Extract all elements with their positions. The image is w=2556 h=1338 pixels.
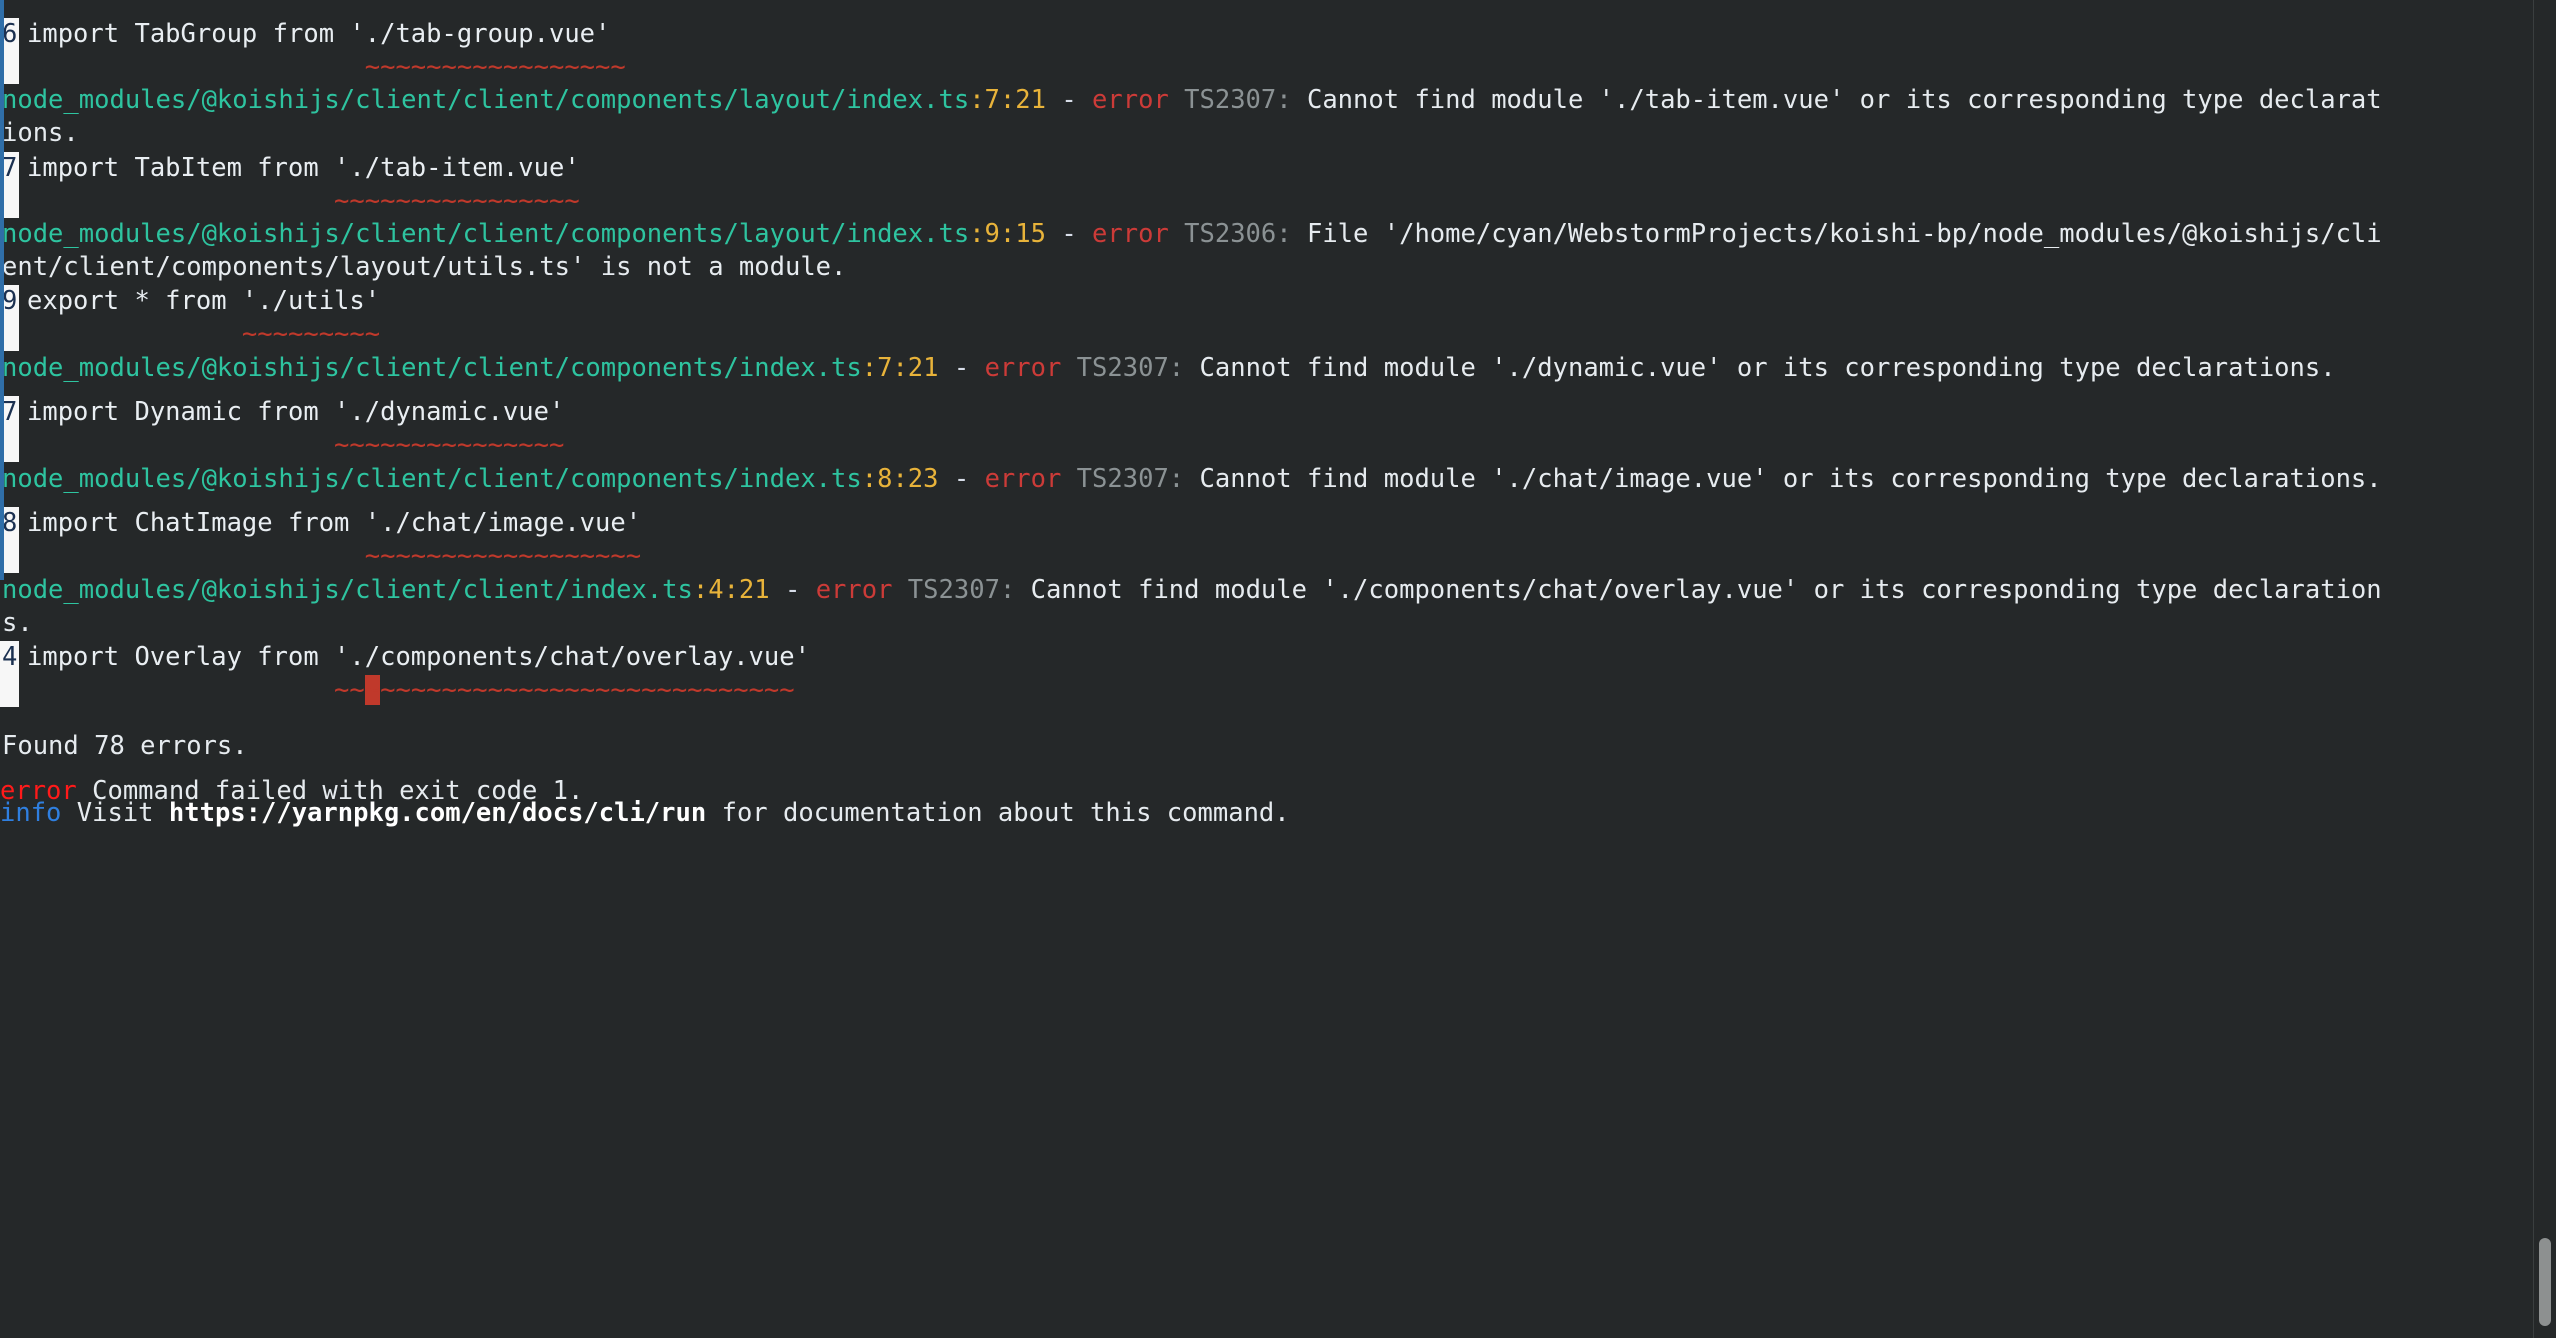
diagnostic-position: :7:21 bbox=[861, 353, 939, 383]
source-code-line: import ChatImage from './chat/image.vue' bbox=[27, 508, 642, 538]
error-squiggle: ~~~~~~~~~~~~~~~ bbox=[27, 430, 565, 460]
diagnostic-dash: - bbox=[1045, 219, 1093, 249]
diagnostic-file-path: node_modules/@koishijs/client/client/com… bbox=[2, 464, 862, 494]
snippet-body: import ChatImage from './chat/image.vue'… bbox=[19, 507, 641, 573]
vertical-scrollbar-thumb[interactable] bbox=[2539, 1238, 2551, 1326]
line-number: 9 bbox=[2, 286, 18, 316]
diagnostic-line: node_modules/@koishijs/client/client/ind… bbox=[0, 574, 2382, 607]
line-number: 6 bbox=[2, 19, 18, 49]
source-code-line: import Overlay from './components/chat/o… bbox=[27, 642, 810, 672]
gutter-blank bbox=[2, 429, 19, 462]
vertical-scrollbar-track[interactable] bbox=[2533, 0, 2556, 1338]
diagnostic-line: node_modules/@koishijs/client/client/com… bbox=[0, 218, 2382, 251]
left-accent-strip bbox=[0, 0, 4, 580]
line-number: 7 bbox=[2, 153, 18, 183]
yarn-docs-url[interactable]: https://yarnpkg.com/en/docs/cli/run bbox=[169, 798, 706, 828]
diagnostic-line-wrap: s. bbox=[0, 607, 33, 640]
diagnostic-severity: error bbox=[1092, 219, 1169, 249]
source-code-line: export * from './utils' bbox=[27, 286, 381, 316]
yarn-info-line: info Visit https://yarnpkg.com/en/docs/c… bbox=[0, 797, 1290, 830]
code-snippet: 7 import TabItem from './tab-item.vue' ~… bbox=[0, 152, 580, 218]
yarn-info-suffix: for documentation about this command. bbox=[706, 798, 1290, 828]
diagnostic-severity: error bbox=[1092, 85, 1169, 115]
diagnostic-file-path: node_modules/@koishijs/client/client/com… bbox=[2, 85, 970, 115]
terminal-cursor: ~ bbox=[364, 675, 381, 705]
diagnostic-line: node_modules/@koishijs/client/client/com… bbox=[0, 463, 2382, 496]
code-snippet: 4 import Overlay from './components/chat… bbox=[0, 641, 810, 707]
error-squiggle: ~~~~~~~~~~~~~~~~ bbox=[27, 186, 580, 216]
diagnostic-line-wrap: ions. bbox=[0, 117, 79, 150]
code-snippet: 7 import Dynamic from './dynamic.vue' ~~… bbox=[0, 396, 564, 462]
line-number: 7 bbox=[2, 397, 18, 427]
diagnostic-line: node_modules/@koishijs/client/client/com… bbox=[0, 352, 2336, 385]
snippet-body: import Overlay from './components/chat/o… bbox=[19, 641, 810, 707]
diagnostic-message: Cannot find module './components/chat/ov… bbox=[1015, 575, 2382, 605]
source-code-line: import TabItem from './tab-item.vue' bbox=[27, 153, 580, 183]
source-code-line: import Dynamic from './dynamic.vue' bbox=[27, 397, 565, 427]
error-squiggle: ~~~~~~~~~~~~~~~~~~ bbox=[27, 541, 642, 571]
error-squiggle: ~~~~~~~~~~~~~~~~~ bbox=[27, 52, 626, 82]
diagnostic-file-path: node_modules/@koishijs/client/client/com… bbox=[2, 353, 862, 383]
gutter-blank bbox=[2, 318, 19, 351]
line-number-gutter: 4 bbox=[0, 641, 19, 707]
line-number: 4 bbox=[2, 642, 18, 672]
diagnostic-severity: error bbox=[984, 464, 1062, 494]
code-snippet: 6 import TabGroup from './tab-group.vue'… bbox=[0, 18, 626, 84]
diagnostic-position: :7:21 bbox=[969, 85, 1046, 115]
diagnostic-line: node_modules/@koishijs/client/client/com… bbox=[0, 84, 2382, 117]
gutter-blank bbox=[2, 540, 19, 573]
yarn-info-tag: info bbox=[0, 798, 62, 828]
diagnostic-line-wrap: ent/client/components/layout/utils.ts' i… bbox=[0, 251, 846, 284]
error-count-summary: Found 78 errors. bbox=[2, 731, 248, 761]
snippet-body: export * from './utils' ~~~~~~~~~ bbox=[19, 285, 380, 351]
diagnostic-code: TS2306: bbox=[1168, 219, 1292, 249]
gutter-blank bbox=[2, 185, 19, 218]
diagnostic-message: Cannot find module './tab-item.vue' or i… bbox=[1291, 85, 2382, 115]
diagnostic-dash: - bbox=[1045, 85, 1093, 115]
diagnostic-code: TS2307: bbox=[892, 575, 1016, 605]
diagnostic-severity: error bbox=[984, 353, 1062, 383]
source-code-line: import TabGroup from './tab-group.vue' bbox=[27, 19, 611, 49]
code-snippet: 8 import ChatImage from './chat/image.vu… bbox=[0, 507, 641, 573]
diagnostic-dash: - bbox=[769, 575, 816, 605]
diagnostic-message-wrap: s. bbox=[2, 608, 33, 638]
terminal-window: 6 import TabGroup from './tab-group.vue'… bbox=[0, 0, 2556, 1338]
diagnostic-code: TS2307: bbox=[1061, 353, 1185, 383]
line-number: 8 bbox=[2, 508, 18, 538]
diagnostic-message: Cannot find module './dynamic.vue' or it… bbox=[1184, 353, 2336, 383]
snippet-body: import TabGroup from './tab-group.vue' ~… bbox=[19, 18, 626, 84]
snippet-body: import Dynamic from './dynamic.vue' ~~~~… bbox=[19, 396, 564, 462]
terminal-scroll-area[interactable]: 6 import TabGroup from './tab-group.vue'… bbox=[0, 0, 2556, 1338]
code-snippet: 9 export * from './utils' ~~~~~~~~~ bbox=[0, 285, 380, 351]
diagnostic-message: File '/home/cyan/WebstormProjects/koishi… bbox=[1291, 219, 2382, 249]
diagnostic-file-path: node_modules/@koishijs/client/client/ind… bbox=[2, 575, 693, 605]
gutter-blank bbox=[2, 51, 19, 84]
diagnostic-message-wrap: ent/client/components/layout/utils.ts' i… bbox=[2, 252, 847, 282]
snippet-body: import TabItem from './tab-item.vue' ~~~… bbox=[19, 152, 580, 218]
diagnostic-severity: error bbox=[815, 575, 893, 605]
diagnostic-code: TS2307: bbox=[1061, 464, 1185, 494]
diagnostic-code: TS2307: bbox=[1168, 85, 1292, 115]
diagnostic-message: Cannot find module './chat/image.vue' or… bbox=[1184, 464, 2382, 494]
diagnostic-file-path: node_modules/@koishijs/client/client/com… bbox=[2, 219, 970, 249]
error-squiggle-with-cursor: ~~~~~~~~~~~~~~~~~~~~~~~~~~~~~~ bbox=[27, 675, 795, 705]
error-squiggle: ~~~~~~~~~ bbox=[27, 319, 381, 349]
diagnostic-position: :4:21 bbox=[692, 575, 770, 605]
diagnostic-position: :8:23 bbox=[861, 464, 939, 494]
diagnostic-dash: - bbox=[938, 353, 985, 383]
diagnostic-message-wrap: ions. bbox=[2, 118, 79, 148]
diagnostic-position: :9:15 bbox=[969, 219, 1046, 249]
yarn-info-prefix: Visit bbox=[61, 798, 169, 828]
gutter-blank bbox=[2, 674, 19, 707]
diagnostic-dash: - bbox=[938, 464, 985, 494]
